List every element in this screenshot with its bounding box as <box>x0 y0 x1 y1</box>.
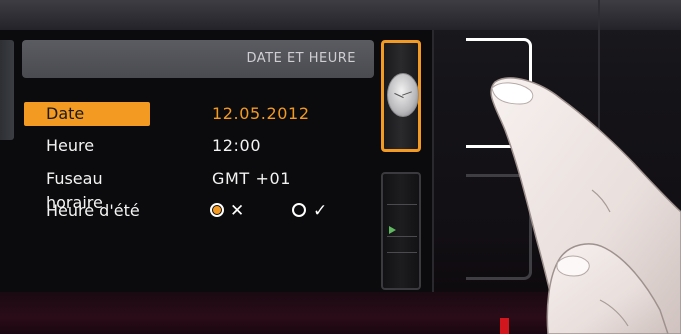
pointing-hand <box>490 77 681 334</box>
device-panel: DATE ET HEURE Date 12.05.2012 Heure 12:0… <box>0 0 681 334</box>
